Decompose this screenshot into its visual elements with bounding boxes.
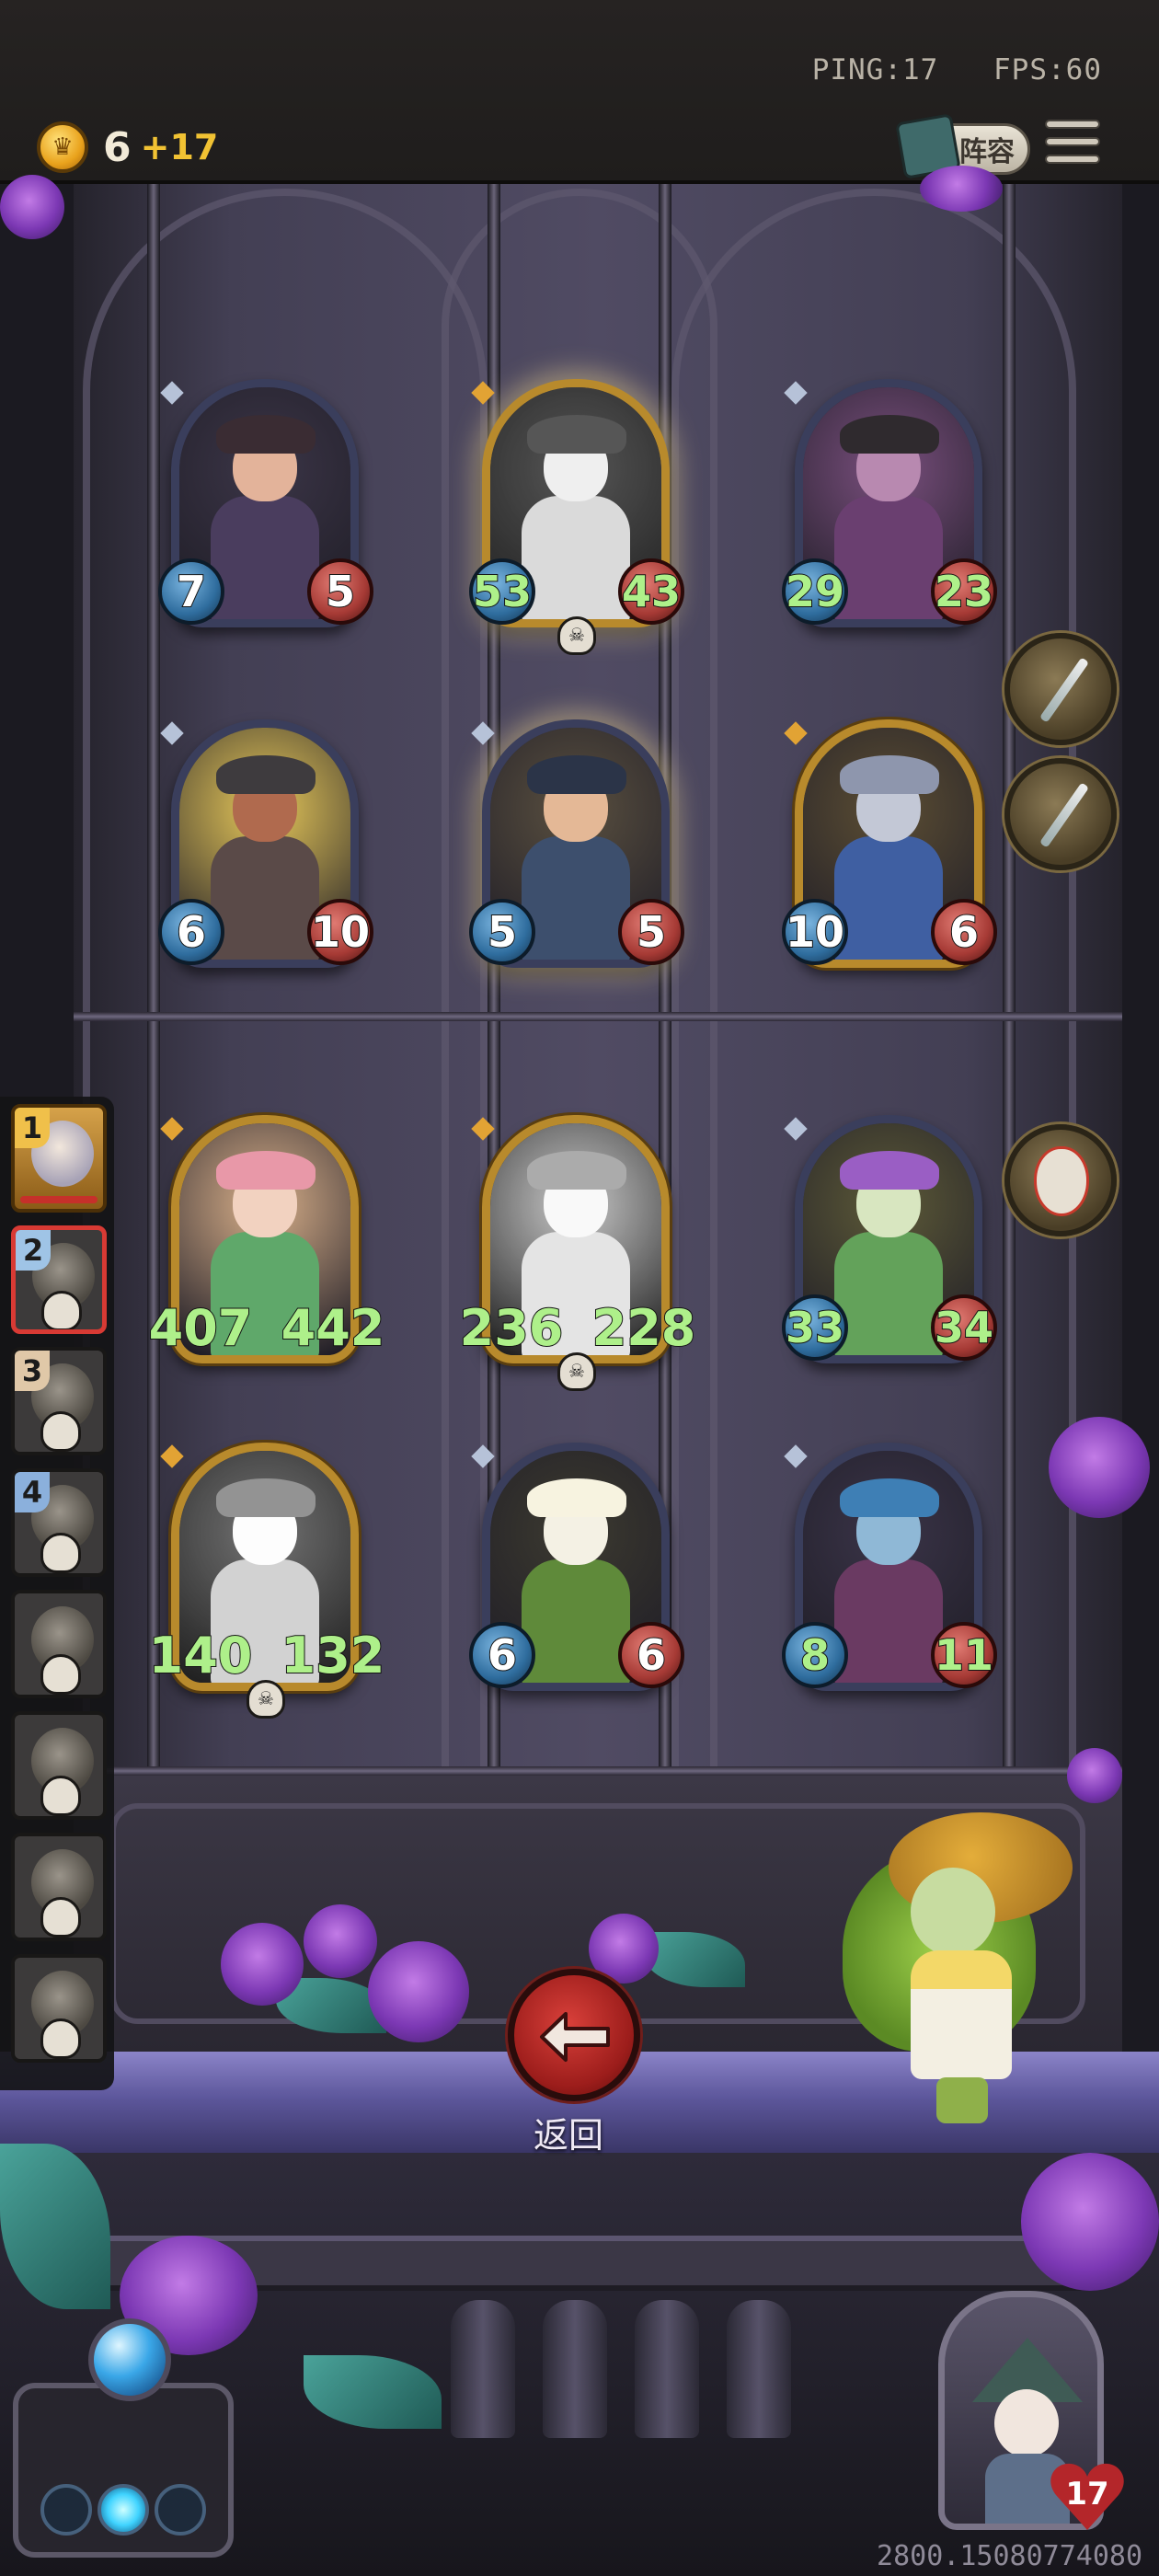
dagger-item-slot[interactable] — [1004, 633, 1117, 745]
opponent-health-bar — [20, 1196, 98, 1203]
unit-card[interactable]: 29 23 — [782, 379, 997, 637]
health-stat: 5 — [307, 558, 373, 625]
health-stat: 6 — [618, 1622, 684, 1688]
opponent-rank: 3 — [15, 1351, 50, 1391]
skull-icon — [40, 1654, 81, 1695]
opponent-slot[interactable] — [11, 1954, 107, 2063]
rose-decoration — [368, 1941, 469, 2042]
unit-card[interactable]: 66 — [469, 1443, 684, 1700]
unit-card[interactable]: 407 442 — [148, 1115, 385, 1373]
rose-decoration — [0, 175, 64, 239]
build-id: 2800.15080774080 — [877, 2540, 1142, 2572]
orb-shop-device[interactable] — [13, 2309, 234, 2567]
ping-readout: PING:17 — [811, 53, 939, 86]
skull-icon — [41, 1291, 82, 1329]
unit-card[interactable]: 75 — [158, 379, 373, 637]
skull-icon — [40, 2018, 81, 2059]
unit-card[interactable]: 8 11 — [782, 1443, 997, 1700]
fps-readout: FPS:60 — [993, 53, 1102, 86]
gold-income: +17 — [140, 127, 219, 167]
rose-decoration — [1067, 1748, 1122, 1803]
menu-icon[interactable] — [1045, 120, 1100, 175]
attack-stat: 29 — [782, 558, 848, 625]
gold-count: 6 — [103, 123, 132, 171]
opponent-list: 1 2 3 4 — [0, 1097, 114, 2090]
opponent-slot[interactable]: 1 — [11, 1104, 107, 1213]
unit-card[interactable]: 6 10 — [158, 719, 373, 977]
player-health: 17 — [1065, 2476, 1109, 2513]
health-stat: 6 — [931, 899, 997, 965]
mask-icon — [1034, 1146, 1089, 1216]
opponent-rank: 2 — [16, 1230, 51, 1271]
attack-stat: 33 — [782, 1294, 848, 1361]
attack-stat: 8 — [782, 1622, 848, 1688]
attack-stat: 6 — [158, 899, 224, 965]
return-label: 返回 — [534, 2115, 604, 2156]
opponent-slot[interactable]: 3 — [11, 1347, 107, 1455]
gold-coin-icon: ♛ — [37, 121, 88, 173]
rose-decoration — [920, 166, 1003, 212]
dagger-icon — [1039, 657, 1090, 723]
health-stat: 5 — [618, 899, 684, 965]
unit-card[interactable]: 140 132 ☠ — [148, 1443, 385, 1719]
attack-stat: 53 — [469, 558, 535, 625]
attack-stat: 407 — [148, 1298, 254, 1358]
unit-card[interactable]: 10 6 — [782, 719, 997, 977]
rose-decoration — [304, 1904, 377, 1978]
health-stat: 442 — [281, 1298, 386, 1358]
dagger-item-slot[interactable] — [1004, 758, 1117, 870]
attack-stat: 5 — [469, 899, 535, 965]
network-stats: PING:17 FPS:60 — [812, 53, 1102, 86]
skull-icon: ☠ — [247, 1680, 285, 1719]
skull-icon — [40, 1897, 81, 1938]
opponent-slot[interactable] — [11, 1590, 107, 1698]
unit-card[interactable]: 53 43 ☠ — [469, 379, 684, 655]
rose-decoration — [1021, 2153, 1159, 2291]
health-stat: 11 — [931, 1622, 997, 1688]
health-stat: 10 — [307, 899, 373, 965]
health-stat: 132 — [281, 1626, 386, 1685]
attack-stat: 140 — [148, 1626, 254, 1685]
mask-item-slot[interactable] — [1004, 1124, 1117, 1236]
rose-decoration — [1049, 1417, 1150, 1518]
opponent-slot[interactable]: 2 — [11, 1225, 107, 1334]
opponent-slot[interactable]: 4 — [11, 1468, 107, 1577]
attack-stat: 6 — [469, 1622, 535, 1688]
health-stat: 23 — [931, 558, 997, 625]
attack-stat: 236 — [459, 1298, 565, 1358]
rose-decoration — [221, 1923, 304, 2006]
attack-stat: 10 — [782, 899, 848, 965]
opponent-rank: 4 — [15, 1472, 50, 1512]
skull-icon: ☠ — [557, 616, 596, 655]
skull-icon: ☠ — [557, 1352, 596, 1391]
return-button[interactable] — [508, 1969, 640, 2101]
top-bar: PING:17 FPS:60 ♛ 6 +17 阵容 — [0, 0, 1159, 184]
lineup-button-label: 阵容 — [959, 136, 1015, 168]
opponent-slot[interactable] — [11, 1711, 107, 1820]
health-stat: 34 — [931, 1294, 997, 1361]
opponent-rank: 1 — [15, 1108, 50, 1148]
health-stat: 228 — [591, 1298, 697, 1358]
attack-stat: 7 — [158, 558, 224, 625]
unit-card[interactable]: 236 228 ☠ — [459, 1115, 696, 1391]
opponent-slot[interactable] — [11, 1833, 107, 1941]
unit-card[interactable]: 33 34 — [782, 1115, 997, 1373]
skull-icon — [40, 1776, 81, 1816]
gold-display: ♛ 6 +17 — [37, 121, 218, 173]
skull-icon — [40, 1411, 81, 1452]
arrow-left-icon — [540, 2012, 610, 2062]
unit-card[interactable]: 55 — [469, 719, 684, 977]
crystal-orb-icon — [88, 2318, 171, 2401]
skull-icon — [40, 1533, 81, 1573]
dagger-icon — [1039, 782, 1090, 848]
health-stat: 43 — [618, 558, 684, 625]
